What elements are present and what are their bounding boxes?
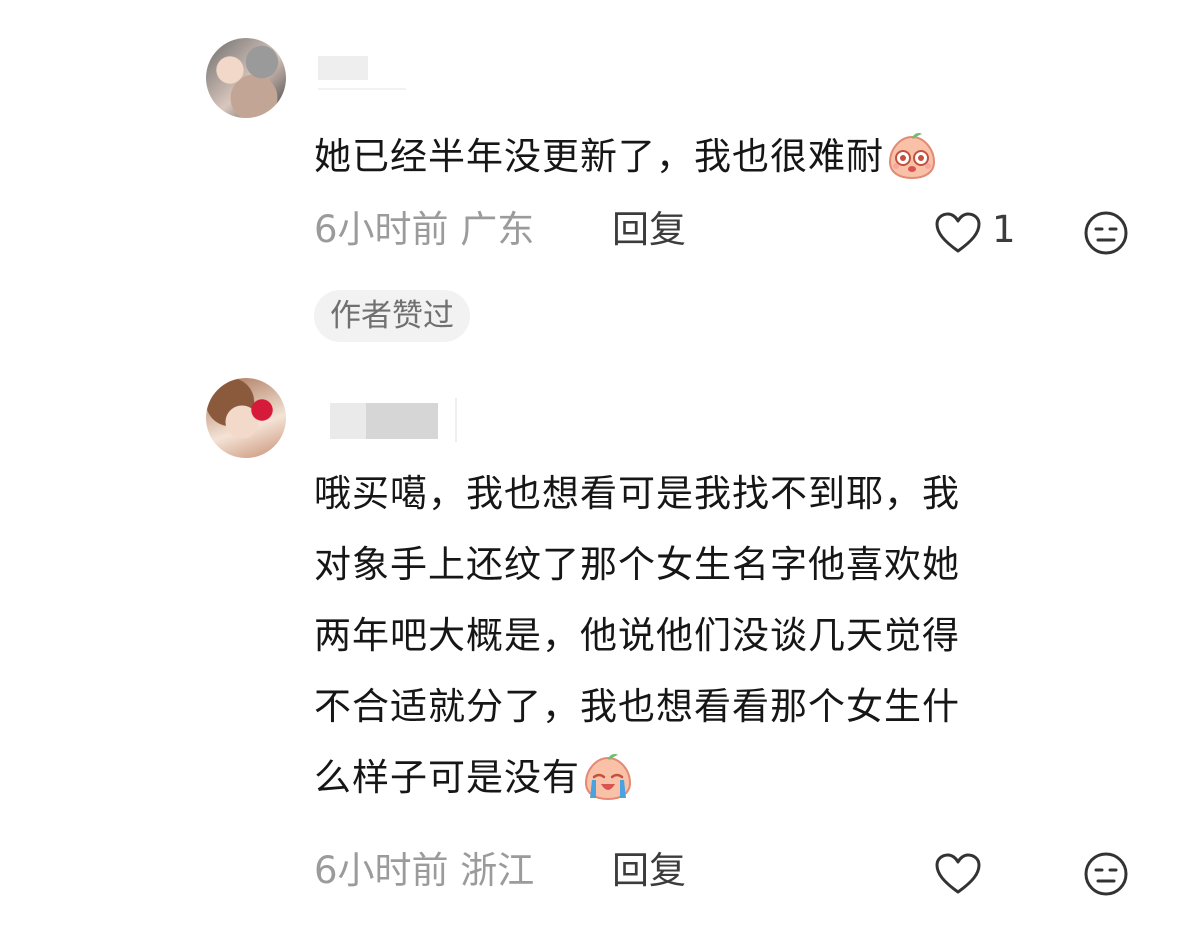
username-redacted[interactable] (318, 56, 368, 80)
comment-time-location: 6小时前 浙江 (314, 849, 535, 892)
comment-text-body: 她已经半年没更新了，我也很难耐 (314, 135, 884, 178)
comment-text-line: 么样子可是没有 (314, 742, 1134, 813)
author-liked-badge: 作者赞过 (314, 290, 470, 342)
comment-text-line: 对象手上还纹了那个女生名字他喜欢她 (314, 543, 960, 586)
heart-outline-icon[interactable] (934, 211, 982, 255)
meh-face-icon[interactable] (1083, 210, 1129, 256)
peach-face-crying-emoji (584, 754, 632, 801)
comment-text-line: 不合适就分了，我也想看看那个女生什 (314, 685, 960, 728)
comment-time-location: 6小时前 广东 (314, 208, 535, 251)
like-count: 1 (992, 208, 1016, 251)
comment-text: 她已经半年没更新了，我也很难耐 (314, 121, 938, 192)
comment-text: 哦买噶，我也想看可是我找不到耶，我 对象手上还纹了那个女生名字他喜欢她 两年吧大… (314, 458, 1134, 813)
comment-text-line-last: 么样子可是没有 (314, 756, 580, 799)
meh-face-icon[interactable] (1083, 851, 1129, 897)
comment-text-line: 两年吧大概是，他说他们没谈几天觉得 (314, 614, 960, 657)
comment-feed: 她已经半年没更新了，我也很难耐 6小时前 广东 回复 1 作者赞过 哦买噶，我也… (0, 0, 1178, 949)
username-redacted-line (318, 88, 406, 90)
peach-face-happy-emoji (888, 133, 936, 180)
username-redacted-part (330, 403, 366, 439)
comment-text-line: 哦买噶，我也想看可是我找不到耶，我 (314, 472, 960, 515)
user-avatar[interactable] (206, 38, 286, 118)
user-avatar[interactable] (206, 378, 286, 458)
heart-outline-icon[interactable] (934, 852, 982, 896)
reply-button[interactable]: 回复 (612, 849, 686, 893)
username-redacted-mark (455, 398, 457, 442)
reply-button[interactable]: 回复 (612, 208, 686, 252)
